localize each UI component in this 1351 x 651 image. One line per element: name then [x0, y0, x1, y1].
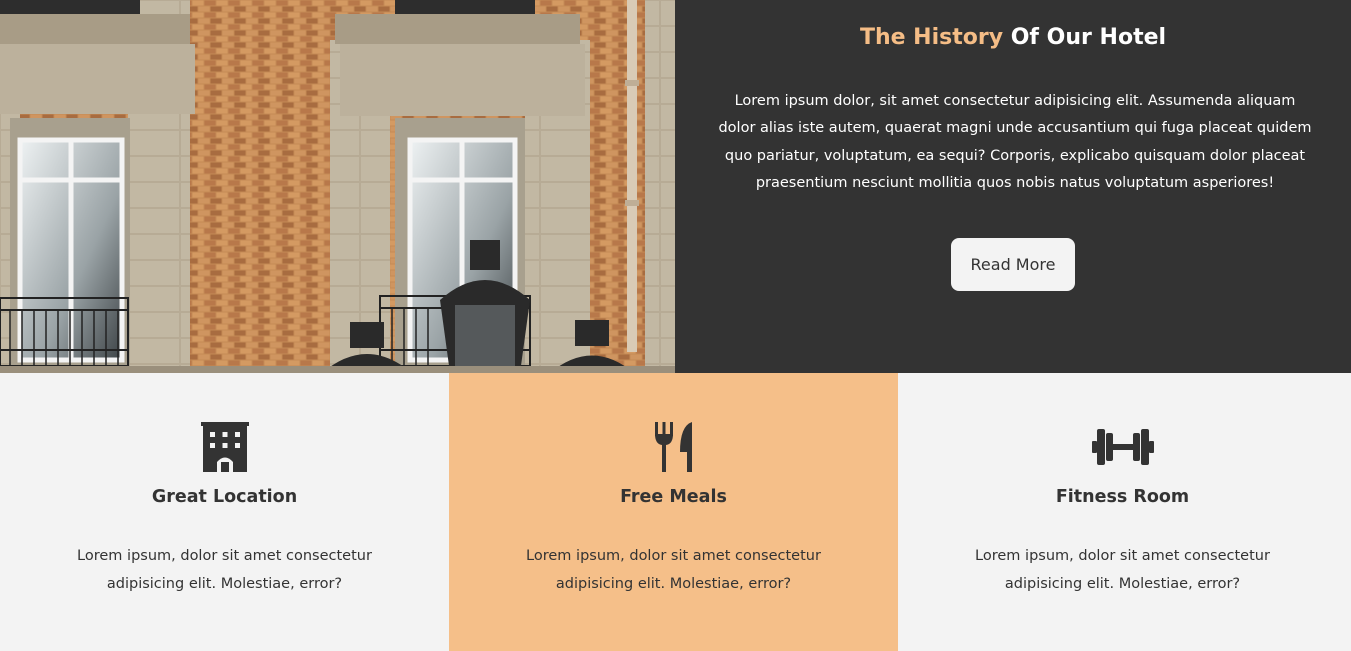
history-section: The History Of Our Hotel Lorem ipsum dol…	[0, 0, 1351, 373]
read-more-button[interactable]: Read More	[950, 238, 1076, 292]
history-title-accent: The History	[859, 25, 1004, 50]
feature-text: Lorem ipsum, dolor sit amet consectetur …	[526, 548, 821, 592]
history-description: Lorem ipsum dolor, sit amet consectetur …	[718, 93, 1312, 191]
hotel-icon	[0, 421, 449, 473]
hotel-facade-illustration	[0, 0, 675, 373]
feature-title: Great Location	[151, 487, 298, 507]
utensils-icon	[449, 421, 898, 473]
feature-text: Lorem ipsum, dolor sit amet consectetur …	[975, 548, 1270, 592]
feature-card-location: Great Location Lorem ipsum, dolor sit am…	[0, 373, 449, 651]
feature-title: Fitness Room	[1055, 487, 1190, 507]
hotel-facade-image	[0, 0, 675, 373]
dumbbell-icon	[898, 421, 1347, 473]
history-title: The History Of Our Hotel	[715, 22, 1311, 54]
feature-text: Lorem ipsum, dolor sit amet consectetur …	[77, 548, 372, 592]
history-panel: The History Of Our Hotel Lorem ipsum dol…	[675, 0, 1351, 373]
feature-title: Free Meals	[620, 487, 727, 507]
history-title-rest: Of Our Hotel	[1010, 25, 1167, 50]
feature-card-fitness: Fitness Room Lorem ipsum, dolor sit amet…	[898, 373, 1347, 651]
features-section: Great Location Lorem ipsum, dolor sit am…	[0, 373, 1351, 651]
feature-card-meals: Free Meals Lorem ipsum, dolor sit amet c…	[449, 373, 898, 651]
